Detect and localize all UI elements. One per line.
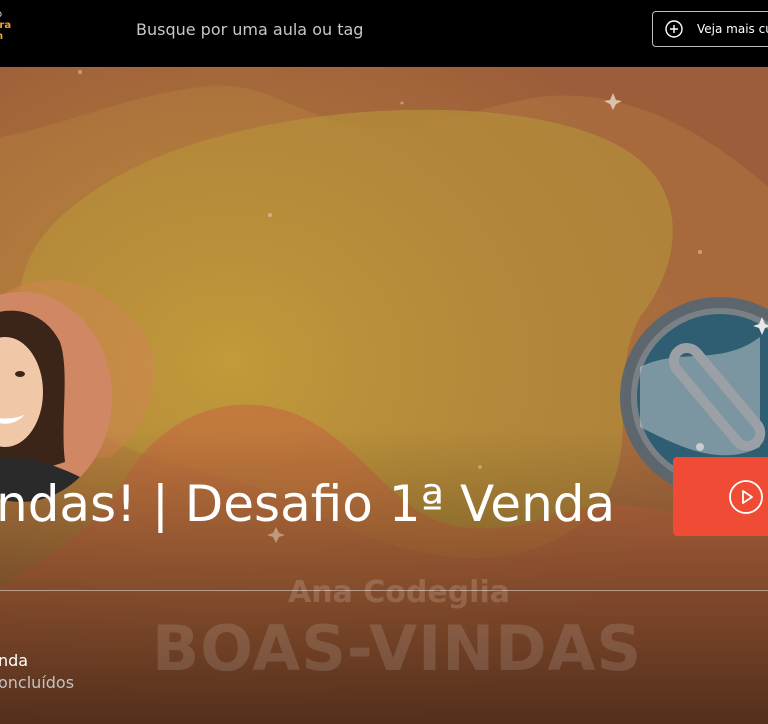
plus-circle-icon [665, 20, 683, 38]
logo-text-line-2: ira [0, 20, 12, 31]
hero-divider [0, 590, 768, 591]
course-name[interactable]: nda [0, 651, 28, 670]
thumbnail-title: BOAS-VINDAS [152, 612, 643, 685]
top-nav-bar: o ira n Busque por uma aula ou tag Veja … [0, 0, 768, 67]
lesson-title: ndas! | Desafio 1ª Venda [0, 475, 616, 533]
course-progress-text: oncluídos [0, 673, 75, 692]
play-circle-icon [729, 480, 763, 514]
logo-text-line-3: n [0, 31, 11, 42]
thumbnail-instructor-name: Ana Codeglia [288, 575, 510, 610]
logo-text-line-1: o [0, 9, 11, 20]
search-input[interactable]: Busque por uma aula ou tag [136, 20, 363, 39]
lesson-hero-banner: ndas! | Desafio 1ª Venda Ana Codeglia BO… [0, 67, 768, 724]
see-more-courses-label: Veja mais cursos [697, 22, 768, 36]
see-more-courses-button[interactable]: Veja mais cursos [652, 11, 768, 47]
play-lesson-button[interactable] [673, 457, 768, 536]
brand-logo[interactable]: o ira n [0, 9, 11, 42]
